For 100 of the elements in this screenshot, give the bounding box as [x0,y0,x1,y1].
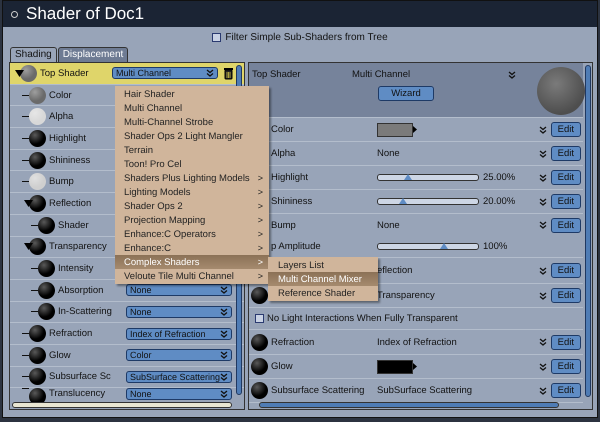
channel-label: Glow [271,361,293,372]
edit-button[interactable]: Edit [550,194,581,209]
shader-dropdown[interactable]: None [126,284,232,296]
chevron-icon [220,351,228,360]
tree-label: Color [49,90,72,101]
tree-label: In-Scattering [58,306,112,318]
channel-label: Bump [271,220,296,230]
edit-button[interactable]: Edit [550,334,581,350]
expanded-triangle-icon [15,70,24,77]
shader-dropdown[interactable]: None [126,388,232,400]
channel-value: None [377,220,400,230]
menu-item[interactable]: Multi Channel Mixer [268,272,378,286]
menu-item[interactable]: Multi Channel [115,101,269,115]
edit-button[interactable]: Edit [550,383,581,398]
slider[interactable] [377,243,479,250]
tree-label: Glow [49,350,71,361]
chevron-icon [538,126,547,134]
channel-value: Transparency [377,290,435,301]
menu-item[interactable]: Hair Shader [115,87,269,101]
slider-thumb[interactable] [404,174,412,180]
edit-button[interactable]: Edit [550,359,581,374]
tree-row[interactable]: Top Shader Multi Channel [10,63,244,85]
color-swatch[interactable] [377,360,413,374]
slider-thumb[interactable] [440,243,448,249]
edit-button[interactable]: Edit [550,288,581,303]
menu-item[interactable]: Enhance:C > [115,241,269,255]
edit-button[interactable]: Edit [550,170,581,185]
trash-icon [223,66,234,80]
shader-dropdown[interactable]: Multi Channel [112,67,218,80]
tree-label: Bump [49,176,74,188]
dropdown-value: Multi Channel [116,68,172,78]
channel-label: Color [271,124,294,135]
tree-label: Top Shader [40,68,89,79]
checkbox[interactable] [212,32,222,42]
slider-reading: 100% [483,241,508,252]
chevron-icon [538,150,547,158]
dropdown-value: None [130,306,152,317]
dropdown-value: Color [130,350,152,360]
menu-item[interactable]: Layers List [268,258,378,272]
chevron-icon [538,292,547,300]
expanded-triangle-icon [24,243,33,250]
color-swatch[interactable] [377,122,413,136]
tree-label: Absorption [58,284,104,296]
chevron-icon [538,386,547,394]
checkbox[interactable] [255,314,264,323]
chevron-icon [538,198,547,206]
tree-row[interactable]: In-Scattering None [10,302,244,324]
slider-reading: 20.00% [483,196,516,207]
menu-item[interactable]: Shader Ops 2 > [115,199,269,213]
shader-dropdown[interactable]: SubSurface Scattering [126,370,232,383]
dropdown-value: Index of Refraction [130,328,206,339]
dropdown-value: None [130,389,152,400]
tree-label: Reflection [49,198,92,209]
shader-dropdown[interactable]: Index of Refraction [126,328,232,340]
edit-button[interactable]: Edit [550,263,581,278]
slider[interactable] [377,174,479,181]
edit-button[interactable]: Edit [550,218,581,232]
shader-dropdown[interactable]: Color [126,349,232,362]
tree-row[interactable]: Translucency None [10,388,244,402]
shader-name: Multi Channel [352,69,412,80]
preview-sphere [537,67,585,115]
menu-item[interactable]: Shaders Plus Lighting Models > [115,171,269,185]
chevron-icon [538,221,547,229]
tree-label: Shader [58,220,89,231]
tab[interactable]: Shading [10,47,57,62]
channel-label: Refraction [271,336,314,348]
scroll-bar[interactable] [585,65,591,397]
tree-row[interactable]: Glow Color [10,344,244,367]
scroll-bar[interactable] [12,402,232,408]
channel-label: Highlight [271,172,308,183]
menu-item[interactable]: Enhance:C Operators > [115,227,269,241]
shader-dropdown[interactable]: None [126,306,232,318]
window-menu-icon[interactable] [11,10,18,18]
menu-item[interactable]: Toon! Pro Cel [115,157,269,171]
slider[interactable] [377,198,479,205]
chevron-icon [220,330,228,338]
menu-item[interactable]: Projection Mapping > [115,213,269,227]
checkbox-label: Filter Simple Sub-Shaders from Tree [225,32,388,42]
tree-label: Intensity [58,263,94,274]
menu-item[interactable]: Lighting Models > [115,185,269,199]
checkbox-label: No Light Interactions When Fully Transparent [267,313,458,324]
channel-value: Index of Refraction [377,336,457,348]
chevron-icon [538,266,547,274]
scroll-bar[interactable] [259,402,559,408]
edit-button[interactable]: Edit [550,122,581,137]
edit-button[interactable]: Edit [550,146,581,161]
channel-label: Shininess [271,196,312,207]
tab[interactable]: Displacement [58,47,128,62]
channel-value: eflection [377,265,412,276]
chevron-icon [220,308,228,316]
menu-item[interactable]: Multi-Channel Strobe [115,115,269,129]
tree-row[interactable]: Refraction Index of Refraction [10,323,244,345]
chevron-icon [538,338,547,346]
menu-item[interactable]: Reference Shader [268,286,378,300]
channel-value: SubSurface Scattering [377,385,472,396]
slider-thumb[interactable] [399,198,407,204]
wizard-button[interactable]: Wizard [378,86,434,101]
menu-item[interactable]: Complex Shaders > [115,255,269,269]
dropdown-value: SubSurface Scattering [130,372,220,382]
tree-label: Subsurface Sc [49,371,111,382]
